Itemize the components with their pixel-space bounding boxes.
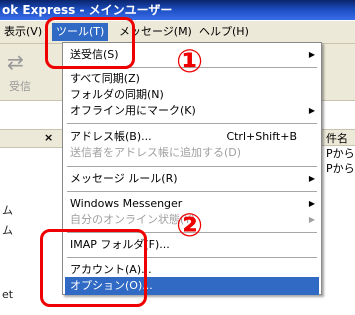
menu-help[interactable]: ヘルプ(H)	[195, 23, 253, 41]
annotation-number-2: ②	[176, 206, 204, 244]
menu-item-label: 送信者をアドレス帳に追加する(D)	[70, 146, 242, 159]
folder-item[interactable]: ム	[2, 202, 13, 218]
menu-item-mark-offline[interactable]: オフライン用にマーク(K) ▶	[65, 102, 319, 120]
close-pane-icon[interactable]: ×	[44, 131, 53, 144]
menu-separator	[67, 166, 317, 167]
menu-item-label: フォルダの同期(N)	[70, 88, 164, 101]
submenu-arrow-icon: ▶	[308, 174, 315, 183]
window-title: ok Express - メインユーザー	[2, 3, 173, 17]
menu-item-add-sender: 送信者をアドレス帳に追加する(D)	[65, 144, 319, 162]
menu-view[interactable]: 表示(V)	[0, 23, 46, 41]
menu-separator	[67, 123, 317, 124]
submenu-arrow-icon: ▶	[308, 106, 315, 115]
folder-pane-header: ×	[0, 129, 62, 148]
menu-item-label: アドレス帳(B)...	[70, 130, 152, 143]
message-row[interactable]: Pから同	[322, 162, 355, 176]
menu-separator	[67, 191, 317, 192]
menu-item-label: Windows Messenger	[70, 197, 183, 210]
annotation-ring-tools	[45, 17, 135, 69]
send-receive-icon: ⇄	[7, 50, 24, 74]
annotation-ring-options	[40, 229, 147, 307]
menu-item-label: オフライン用にマーク(K)	[70, 104, 196, 117]
message-row[interactable]: Pから同	[322, 147, 355, 161]
menu-item-message-rules[interactable]: メッセージ ルール(R) ▶	[65, 170, 319, 188]
menu-item-label: メッセージ ルール(R)	[70, 172, 178, 185]
annotation-number-1: ①	[176, 42, 204, 80]
menu-item-label: すべて同期(Z)	[70, 72, 140, 85]
receive-label: 受信	[9, 80, 31, 93]
folder-item[interactable]: et	[2, 288, 13, 301]
folder-item[interactable]: ム	[2, 222, 13, 238]
submenu-arrow-icon: ▶	[308, 215, 315, 224]
subject-column-header[interactable]: 件名	[322, 129, 355, 146]
toolbar-right	[322, 44, 355, 101]
submenu-arrow-icon: ▶	[308, 50, 315, 59]
message-list: 件名 Pから同 Pから同	[322, 101, 355, 315]
